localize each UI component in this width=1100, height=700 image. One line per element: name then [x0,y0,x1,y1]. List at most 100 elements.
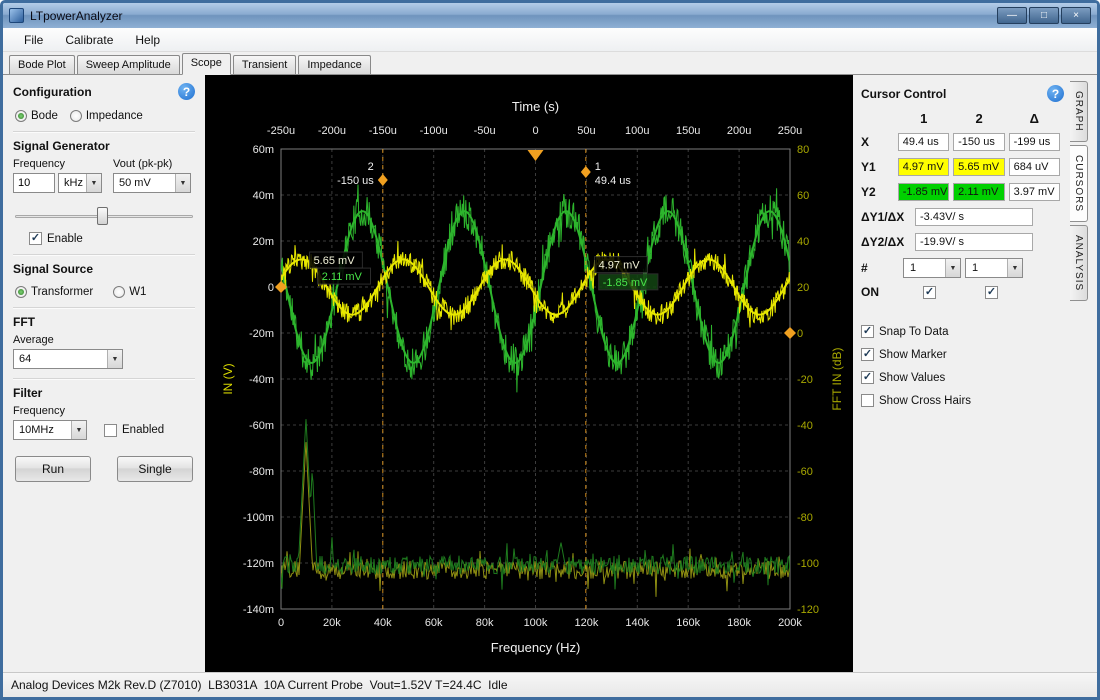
svg-text:-1.85 mV: -1.85 mV [603,277,648,289]
single-button[interactable]: Single [117,456,193,482]
show-values-checkbox[interactable]: ✓ Show Values [861,371,1064,384]
transformer-radio[interactable]: Transformer [15,286,93,298]
frequency-unit-dropdown[interactable]: kHz ▼ [58,173,102,193]
scope-chart[interactable]: -250u-200u-150u-100u-50u050u100u150u200u… [205,75,853,672]
help-icon[interactable]: ? [178,83,195,100]
cursor-on-row: ON ✓ ✓ [861,285,1064,299]
y2-label: Y2 [861,185,898,199]
frequency-slider[interactable] [15,206,193,226]
svg-text:-250u: -250u [267,125,295,137]
radio-icon [15,110,27,122]
vout-dropdown[interactable]: 50 mV ▼ [113,173,191,193]
vout-label: Vout (pk-pk) [113,158,195,170]
show-cross-hairs-checkbox[interactable]: ✓ Show Cross Hairs [861,394,1064,407]
signal-source-section: Signal Source Transformer W1 [13,254,195,298]
svg-text:120k: 120k [574,617,598,629]
configuration-title: Configuration [13,85,92,99]
menu-calibrate[interactable]: Calibrate [54,30,124,50]
chevron-down-icon: ▼ [107,350,122,368]
x-cursor1-value: 49.4 us [898,133,949,151]
tab-scope[interactable]: Scope [182,53,231,75]
svg-text:49.4 us: 49.4 us [595,175,632,187]
menu-help[interactable]: Help [124,30,171,50]
w1-label: W1 [129,286,146,298]
snap-to-data-checkbox[interactable]: ✓ Snap To Data [861,325,1064,338]
svg-text:-40m: -40m [249,374,274,386]
y1-cursor2-value: 5.65 mV [953,158,1004,176]
cursor1-on-checkbox[interactable]: ✓ [923,286,936,299]
cursor-diamond-1 [581,166,591,178]
frequency-input[interactable] [13,173,55,193]
svg-text:20m: 20m [253,236,274,248]
checkbox-icon: ✓ [861,394,874,407]
svg-text:2: 2 [368,161,374,173]
y2-cursor1-value: -1.85 mV [898,183,949,201]
svg-text:250u: 250u [778,125,802,137]
cursor2-on-checkbox[interactable]: ✓ [985,286,998,299]
help-icon[interactable]: ? [1047,85,1064,102]
svg-text:150u: 150u [676,125,700,137]
delta-header: Δ [1009,111,1060,126]
svg-text:-80m: -80m [249,466,274,478]
svg-text:-120m: -120m [243,558,274,570]
status-text: Analog Devices M2k Rev.D (Z7010) LB3031A… [11,678,508,692]
maximize-button[interactable]: □ [1029,7,1059,24]
tab-sweep-amplitude[interactable]: Sweep Amplitude [77,55,180,74]
svg-text:40m: 40m [253,190,274,202]
tab-analysis[interactable]: ANALYSIS [1070,225,1088,301]
right-edge-marker [784,327,796,339]
minimize-button[interactable]: — [997,7,1027,24]
svg-text:-120: -120 [797,604,819,616]
checkbox-icon: ✓ [861,325,874,338]
tab-cursors[interactable]: CURSORS [1070,145,1088,222]
run-button[interactable]: Run [15,456,91,482]
svg-text:40k: 40k [374,617,392,629]
svg-text:-60: -60 [797,466,813,478]
checkbox-icon: ✓ [861,371,874,384]
trigger-marker [528,150,544,161]
fft-section: FFT Average 64 ▼ [13,307,195,369]
svg-text:160k: 160k [676,617,700,629]
filter-enabled-checkbox[interactable]: ✓ Enabled [104,424,164,437]
cursor-x-row: X 49.4 us -150 us -199 us [861,133,1064,151]
close-button[interactable]: × [1061,7,1091,24]
w1-radio[interactable]: W1 [113,286,146,298]
average-dropdown[interactable]: 64 ▼ [13,349,123,369]
radio-icon [70,110,82,122]
dy2dx-row: ΔY2/ΔX -19.9V/ s [861,233,1064,251]
cursor2-index-dropdown[interactable]: 1 ▼ [965,258,1023,278]
svg-text:-20m: -20m [249,328,274,340]
svg-text:0: 0 [797,328,803,340]
svg-text:50u: 50u [577,125,595,137]
tab-impedance[interactable]: Impedance [298,55,370,74]
x-delta-value: -199 us [1009,133,1060,151]
show-values-label: Show Values [879,372,945,384]
svg-text:-100m: -100m [243,512,274,524]
slider-thumb[interactable] [97,207,108,225]
svg-text:60: 60 [797,190,809,202]
control-panel: Configuration ? Bode Impedance Signal Ge… [3,75,205,672]
y1-cursor1-value: 4.97 mV [898,158,949,176]
impedance-label: Impedance [86,110,143,122]
enable-checkbox[interactable]: ✓ Enable [29,232,195,245]
cursor-index-row: # 1 ▼ 1 ▼ [861,258,1064,278]
impedance-radio[interactable]: Impedance [70,110,143,122]
tab-strip: Bode Plot Sweep Amplitude Scope Transien… [3,52,1097,75]
dy2dx-value: -19.9V/ s [915,233,1033,251]
cursor1-index-dropdown[interactable]: 1 ▼ [903,258,961,278]
show-marker-checkbox[interactable]: ✓ Show Marker [861,348,1064,361]
chevron-down-icon: ▼ [71,421,86,439]
bode-label: Bode [31,110,58,122]
cursor-options: ✓ Snap To Data ✓ Show Marker ✓ Show Valu… [861,325,1064,407]
bode-radio[interactable]: Bode [15,110,58,122]
dy2dx-label: ΔY2/ΔX [861,235,915,249]
svg-text:100k: 100k [524,617,548,629]
filter-frequency-dropdown[interactable]: 10MHz ▼ [13,420,87,440]
tab-graph[interactable]: GRAPH [1070,81,1088,142]
svg-text:-100: -100 [797,558,819,570]
filter-section: Filter Frequency 10MHz ▼ ✓ Enabled [13,378,195,440]
tab-bode-plot[interactable]: Bode Plot [9,55,75,74]
side-tab-strip: GRAPH CURSORS ANALYSIS [1070,75,1097,672]
tab-transient[interactable]: Transient [233,55,296,74]
menu-file[interactable]: File [13,30,54,50]
